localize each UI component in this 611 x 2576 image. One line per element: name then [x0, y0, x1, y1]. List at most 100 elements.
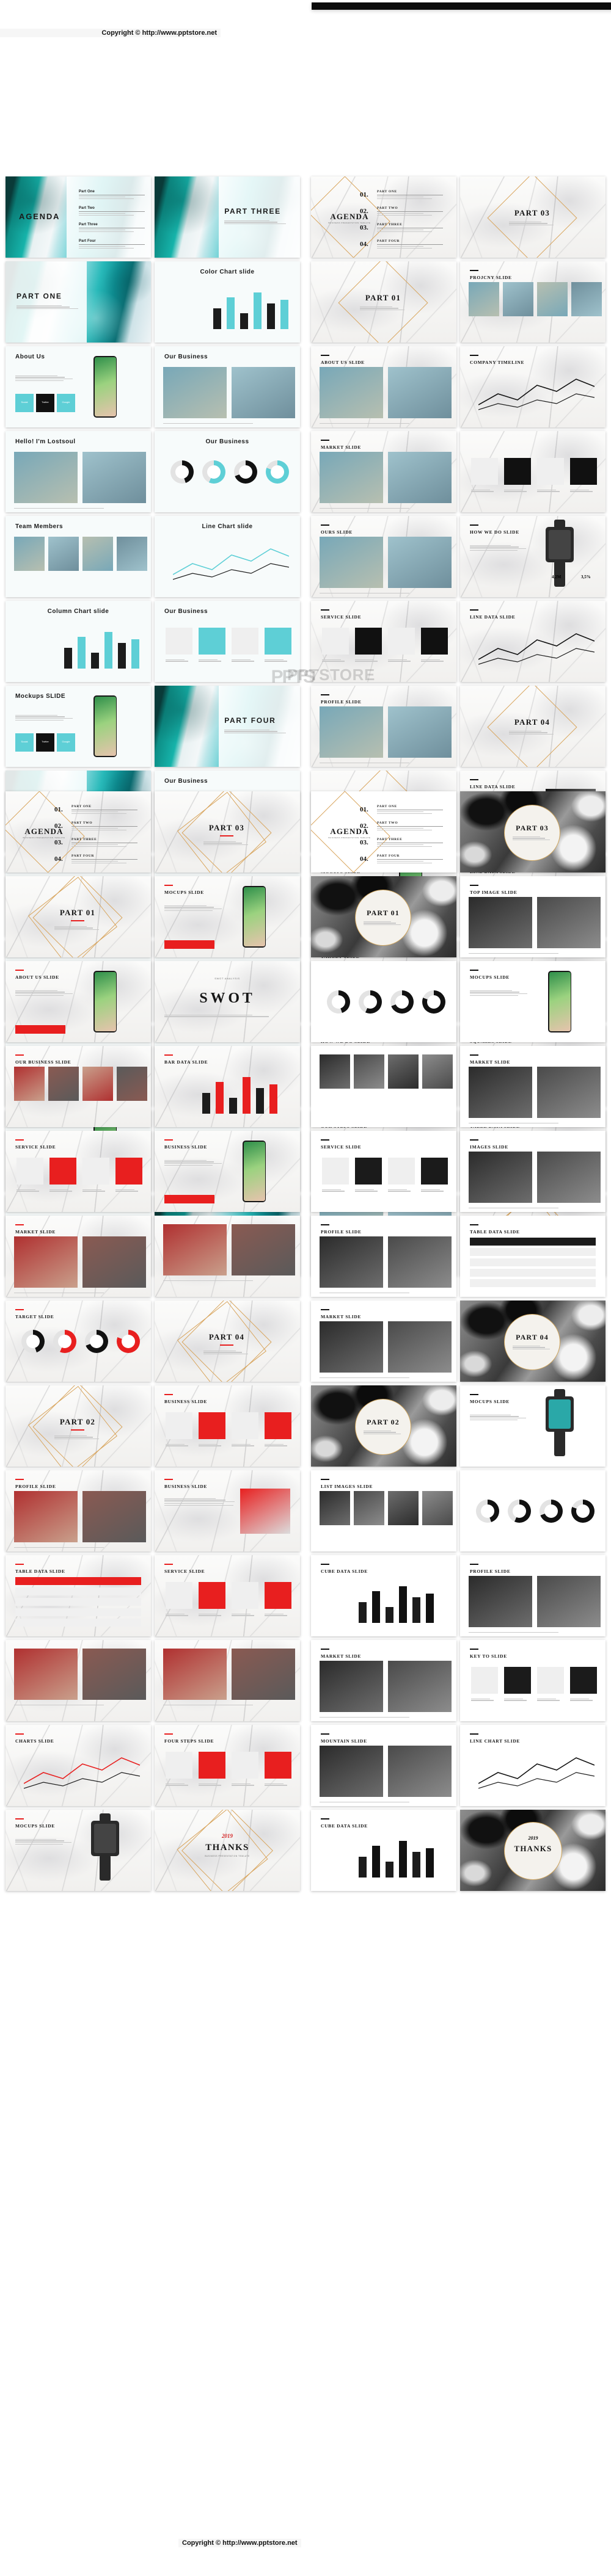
slide-thumbnail[interactable]: MARKET SLIDE	[311, 1640, 456, 1721]
slide-thumbnail[interactable]: About Us Social Twitter Google	[5, 346, 151, 427]
slide-canvas: PART ONE	[5, 261, 151, 343]
slide-thumbnail[interactable]: PROJCNY SLIDE	[460, 261, 606, 343]
slide-thumbnail[interactable]	[460, 1470, 606, 1551]
slide-thumbnail[interactable]: Our Business	[155, 431, 300, 512]
agenda-row: 02. PART TWO	[360, 206, 443, 217]
slide-title: Our Business	[164, 354, 208, 360]
slide-thumbnail[interactable]: MARKET SLIDE	[311, 1301, 456, 1382]
slide-canvas	[311, 961, 456, 1042]
slide-thumbnail[interactable]: PART 03	[460, 791, 606, 873]
slide-thumbnail[interactable]: MOUNTAIN SLIDE	[311, 1725, 456, 1806]
slide-canvas: MOCUPS SLIDE	[155, 876, 300, 957]
slide-canvas: OURS SLIDE	[311, 516, 456, 597]
slide-thumbnail[interactable]: HOW WE DO SLIDE 4,2M 3,5%	[460, 516, 606, 597]
slide-canvas: MARKET SLIDE	[311, 431, 456, 512]
slide-thumbnail[interactable]: PROFILE SLIDE	[460, 1555, 606, 1636]
slide-thumbnail[interactable]: CUBE DATA SLIDE	[311, 1810, 456, 1891]
slide-thumbnail[interactable]	[460, 431, 606, 512]
slide-thumbnail[interactable]: PART 02	[5, 1385, 151, 1467]
slide-thumbnail[interactable]: PART 02	[311, 1385, 456, 1467]
slide-thumbnail[interactable]: BUSINESS SLIDE	[155, 1470, 300, 1551]
slide-thumbnail[interactable]: MOCUPS SLIDE	[460, 961, 606, 1042]
slide-thumbnail[interactable]: Column Chart slide	[5, 601, 151, 682]
slide-canvas: AGENDA BUSINESS PRESENTATION TEMLATE 01.…	[311, 176, 456, 258]
slide-thumbnail[interactable]: CHARTS SLIDE	[5, 1725, 151, 1806]
agenda-item-label: PART FOUR	[377, 854, 400, 858]
slide-title: Line Chart slide	[202, 523, 253, 530]
hero-marble-teal[interactable]: MARBLE BUSINESS PRESENTATION TEMLATE Cop…	[0, 0, 306, 173]
slide-thumbnail[interactable]: Team Members	[5, 516, 151, 597]
slide-thumbnail[interactable]: SERVICE SLIDE	[5, 1131, 151, 1212]
slide-thumbnail[interactable]: Color Chart slide	[155, 261, 300, 343]
slide-canvas: Our Business	[155, 601, 300, 682]
slide-thumbnail[interactable]: MOCUPS SLIDE	[5, 1810, 151, 1891]
slide-canvas: PROFILE SLIDE	[5, 1470, 151, 1551]
hero-marble-2019-black[interactable]: 2019 MARBLE BUSINESS PRESENTATION TEMLAT…	[287, 666, 611, 788]
slide-title: TOP IMAGE SLIDE	[470, 890, 518, 895]
agenda-row: 03. PART THREE	[360, 223, 443, 233]
slide-thumbnail[interactable]: OURS SLIDE	[311, 516, 456, 597]
slide-thumbnail[interactable]: PROFILE SLIDE	[5, 1470, 151, 1551]
slide-thumbnail[interactable]: MARKET SLIDE	[311, 431, 456, 512]
slide-thumbnail[interactable]: LINE DATA SLIDE	[460, 601, 606, 682]
slide-thumbnail[interactable]: BUSINESS SLIDE	[155, 1131, 300, 1212]
slide-thumbnail[interactable]: MARKET SLIDE	[460, 1046, 606, 1127]
slide-canvas: FOUR STEPS SLIDE	[155, 1725, 300, 1806]
slide-thumbnail[interactable]: AGENDA BUSINESS PRESENTATION TEMLATE 01.…	[311, 791, 456, 873]
slide-thumbnail[interactable]: TOP IMAGE SLIDE	[460, 876, 606, 957]
slide-thumbnail[interactable]	[311, 1046, 456, 1127]
slide-thumbnail[interactable]: BUSINESS SLIDE	[155, 1385, 300, 1467]
slide-thumbnail[interactable]: PART 01	[311, 261, 456, 343]
slide-thumbnail[interactable]: MARKET SLIDE	[5, 1216, 151, 1297]
slide-thumbnail[interactable]: BAR DATA SLIDE	[155, 1046, 300, 1127]
slide-thumbnail[interactable]: Our Business	[155, 601, 300, 682]
slide-thumbnail[interactable]: ABOUT US SLIDE	[311, 346, 456, 427]
slide-thumbnail[interactable]: OUR BUSINESS SLIDE	[5, 1046, 151, 1127]
slide-thumbnail[interactable]: PART 04	[155, 1301, 300, 1382]
agenda-item-label: PART FOUR	[377, 239, 400, 243]
slide-thumbnail[interactable]: AGENDA Part One Part Two Part Three Part…	[5, 176, 151, 258]
slide-thumbnail[interactable]: SWOT SWOT ANALYSIS	[155, 961, 300, 1042]
slide-thumbnail[interactable]: Line Chart slide	[155, 516, 300, 597]
slide-thumbnail[interactable]: SERVICE SLIDE	[311, 1131, 456, 1212]
slide-thumbnail[interactable]: LINE CHART SLIDE	[460, 1725, 606, 1806]
slide-thumbnail[interactable]: PART 01	[5, 876, 151, 957]
slide-thumbnail[interactable]: PART 03	[155, 791, 300, 873]
slide-thumbnail[interactable]	[5, 1640, 151, 1721]
slide-thumbnail[interactable]: TARGET SLIDE	[5, 1301, 151, 1382]
slide-thumbnail[interactable]: PART 01	[311, 876, 456, 957]
slide-thumbnail[interactable]: ABOUT US SLIDE	[5, 961, 151, 1042]
hero-marble-2019-white[interactable]: 2019 MARBLE BUSINESS PRESENTATION TEMLAT…	[0, 667, 315, 788]
hero-simple-marble[interactable]: SIMPLE BUSINESS PRESENTATION TEMLATE	[306, 0, 611, 173]
agenda-item-label: Part One	[79, 190, 95, 194]
slide-thumbnail[interactable]: PART 04	[460, 1301, 606, 1382]
slide-thumbnail[interactable]: Hello! I'm Lostsoul	[5, 431, 151, 512]
slide-canvas: Our Business	[155, 346, 300, 427]
slide-thumbnail[interactable]: AGENDA BUSINESS PRESENTATION TEMLATE 01.…	[311, 176, 456, 258]
slide-thumbnail[interactable]: MOCUPS SLIDE	[460, 1385, 606, 1467]
slide-thumbnail[interactable]: TABLE DATA SLIDE	[5, 1555, 151, 1636]
slide-thumbnail[interactable]: TABLE DATA SLIDE	[460, 1216, 606, 1297]
slide-thumbnail[interactable]: Our Business	[155, 346, 300, 427]
slide-thumbnail[interactable]: 2019 THANKS	[460, 1810, 606, 1891]
slide-thumbnail[interactable]: LIST IMAGES SLIDE	[311, 1470, 456, 1551]
slide-thumbnail[interactable]: SERVICE SLIDE	[311, 601, 456, 682]
slide-thumbnail[interactable]: PROFILE SLIDE	[311, 1216, 456, 1297]
slide-thumbnail[interactable]: CUBE DATA SLIDE	[311, 1555, 456, 1636]
slide-thumbnail[interactable]: AGENDA BUSINESS PRESENTATION TEMLATE 01.…	[5, 791, 151, 873]
slide-thumbnail[interactable]	[311, 961, 456, 1042]
slide-thumbnail[interactable]: FOUR STEPS SLIDE	[155, 1725, 300, 1806]
slide-thumbnail[interactable]: PART ONE	[5, 261, 151, 343]
slide-thumbnail[interactable]	[155, 1216, 300, 1297]
slide-thumbnail[interactable]: MOCUPS SLIDE	[155, 876, 300, 957]
slide-title: OURS SLIDE	[321, 529, 353, 535]
slide-thumbnail[interactable]: KEY TO SLIDE	[460, 1640, 606, 1721]
slide-thumbnail[interactable]: COMPANY TIMELINE	[460, 346, 606, 427]
slide-thumbnail[interactable]	[155, 1640, 300, 1721]
slide-thumbnail[interactable]: PART THREE	[155, 176, 300, 258]
slide-thumbnail[interactable]: SERVICE SLIDE	[155, 1555, 300, 1636]
slide-canvas: TABLE DATA SLIDE	[460, 1216, 606, 1297]
slide-thumbnail[interactable]: PART 03	[460, 176, 606, 258]
slide-thumbnail[interactable]: 2019 THANKS BUSINESS PRESENTATION TEMLAT…	[155, 1810, 300, 1891]
slide-thumbnail[interactable]: IMAGES SLIDE	[460, 1131, 606, 1212]
